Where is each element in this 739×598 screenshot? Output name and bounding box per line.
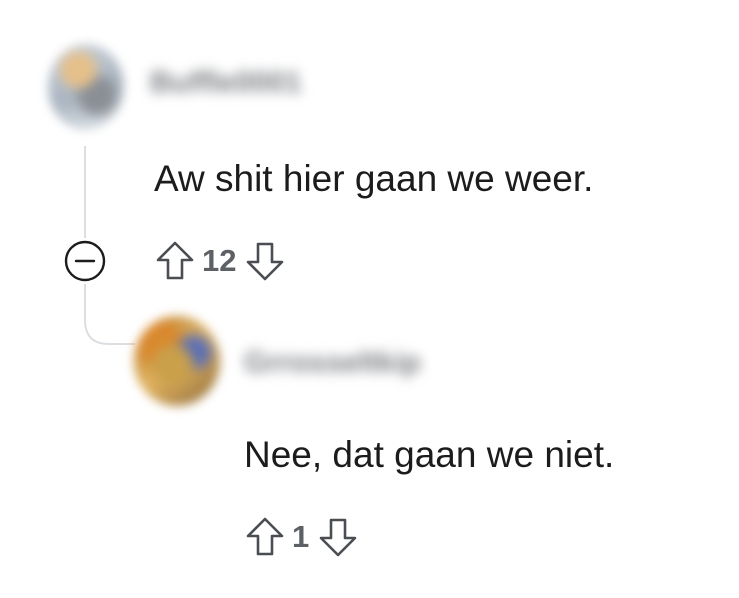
vote-score: 12: [202, 243, 237, 278]
avatar[interactable]: [134, 316, 220, 406]
vote-bar: 1: [242, 514, 361, 560]
minus-circle-icon: [64, 240, 106, 282]
arrow-down-outline-icon: [247, 242, 284, 281]
comment-author[interactable]: Buffle0001: [150, 66, 302, 100]
collapse-thread-button[interactable]: [62, 238, 108, 284]
downvote-button[interactable]: [242, 238, 288, 284]
upvote-button[interactable]: [152, 238, 198, 284]
comment-body: Aw shit hier gaan we weer.: [154, 158, 594, 199]
arrow-down-outline-icon: [319, 518, 357, 557]
arrow-up-outline-icon: [246, 517, 284, 556]
vote-bar: 12: [152, 238, 288, 284]
avatar[interactable]: [48, 44, 124, 130]
thread-line-vertical: [84, 146, 86, 238]
downvote-button[interactable]: [315, 514, 361, 560]
comment-body: Nee, dat gaan we niet.: [244, 434, 615, 475]
comment-author[interactable]: Grrosseltkip: [244, 346, 421, 380]
thread-line-curve: [84, 300, 135, 345]
vote-score: 1: [292, 519, 310, 554]
upvote-button[interactable]: [242, 514, 288, 560]
arrow-up-outline-icon: [156, 241, 194, 280]
